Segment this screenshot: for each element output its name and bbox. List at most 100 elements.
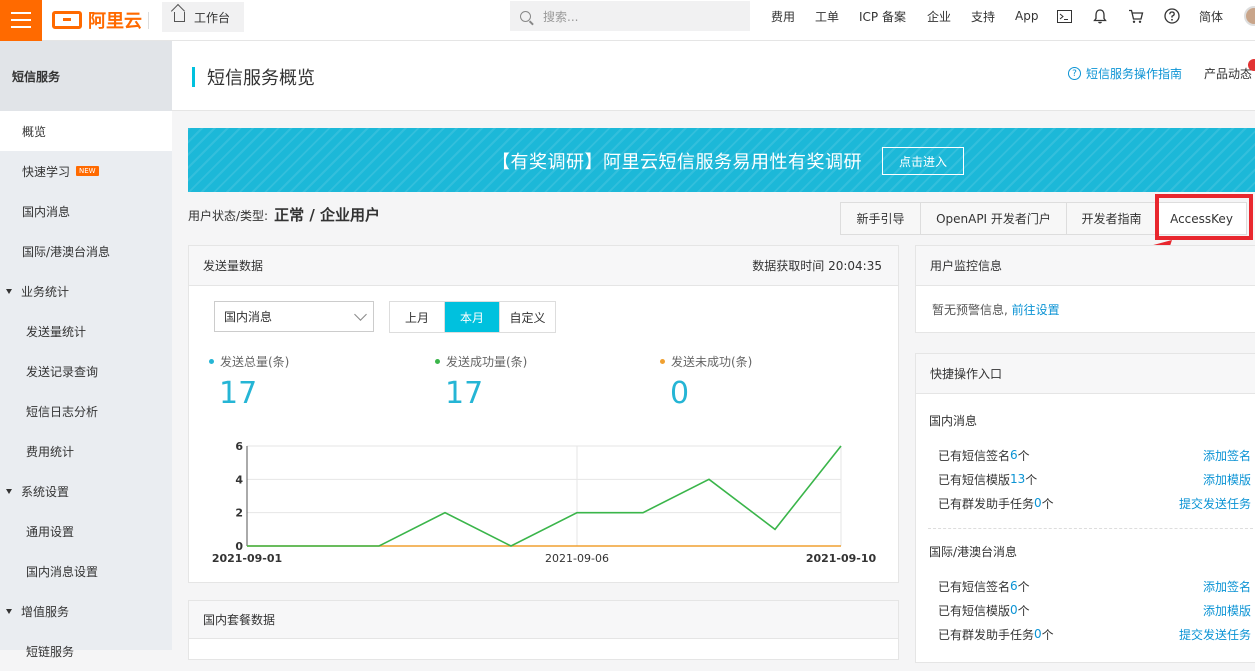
message-type-select[interactable]: 国内消息 (214, 301, 374, 332)
period-custom[interactable]: 自定义 (500, 302, 555, 332)
banner-enter-button[interactable]: 点击进入 (882, 147, 964, 175)
nav-fees[interactable]: 费用 (771, 0, 795, 32)
divider (148, 12, 149, 29)
add-signature-link[interactable]: 添加签名 (1203, 447, 1251, 464)
period-this-month[interactable]: 本月 (445, 302, 500, 332)
panel-header: 国内套餐数据 (189, 601, 898, 639)
add-template-link[interactable]: 添加模版 (1203, 602, 1251, 619)
stat-success: 发送成功量(条) 17 (435, 353, 527, 411)
stat-label: 发送成功量(条) (446, 355, 528, 369)
question-icon: ? (1068, 67, 1081, 80)
tab-developer-guide[interactable]: 开发者指南 (1067, 203, 1157, 234)
fetch-time: 数据获取时间 20:04:35 (752, 259, 882, 273)
sidebar-item-label: 概览 (22, 124, 47, 139)
send-volume-panel: 发送量数据 数据获取时间 20:04:35 国内消息 上月 本月 自定义 发送总… (188, 245, 899, 583)
quick-row: 已有短信签名 6 个 添加签名 (938, 576, 1253, 596)
stat-label: 发送总量(条) (220, 355, 290, 369)
sidebar-item-log-analysis[interactable]: 短信日志分析 (0, 391, 172, 431)
page-title: 短信服务概览 (207, 68, 315, 89)
survey-banner[interactable]: 【有奖调研】阿里云短信服务易用性有奖调研 点击进入 (188, 128, 1255, 192)
user-status-value: 正常 / 企业用户 (274, 206, 381, 224)
add-signature-link[interactable]: 添加签名 (1203, 578, 1251, 595)
legend-dot (435, 359, 440, 364)
row-text: 已有群发助手任务 (938, 496, 1035, 511)
page-header: 短信服务概览 ? 短信服务操作指南 产品动态 (172, 41, 1255, 111)
sidebar-item-label: 国内消息 (22, 204, 71, 219)
send-volume-chart: 02462021-09-01 2021-09-06 2021-09-10 (212, 440, 877, 565)
sidebar-group-stats[interactable]: 业务统计 (0, 271, 172, 311)
caret-down-icon (6, 608, 12, 614)
help-icon[interactable] (1164, 8, 1180, 24)
terminal-icon[interactable] (1056, 8, 1072, 24)
monitor-settings-link[interactable]: 前往设置 (1012, 303, 1060, 317)
sidebar-item-send-records[interactable]: 发送记录查询 (0, 351, 172, 391)
sidebar-group-settings[interactable]: 系统设置 (0, 471, 172, 511)
new-badge: NEW (76, 166, 99, 176)
series-line (247, 445, 842, 547)
sidebar-item-label: 发送量统计 (26, 324, 87, 339)
row-text: 已有短信模版 (938, 472, 1011, 487)
section-title: 国内消息 (929, 414, 978, 428)
tab-beginner-guide[interactable]: 新手引导 (841, 203, 921, 234)
nav-app[interactable]: App (1015, 0, 1038, 32)
y-tick-label: 6 (235, 440, 243, 453)
product-news-link[interactable]: 产品动态 (1204, 65, 1252, 82)
sidebar-item-label: 短信日志分析 (26, 404, 99, 419)
quick-row: 已有短信模版 13 个 添加模版 (938, 469, 1253, 489)
sidebar-item-label: 发送记录查询 (26, 364, 99, 379)
sidebar-item-send-stats[interactable]: 发送量统计 (0, 311, 172, 351)
stat-value: 0 (670, 376, 690, 411)
x-tick-label: 2021-09-10 (806, 552, 877, 565)
row-text: 已有短信模版 (938, 603, 1011, 618)
legend-dot (209, 359, 214, 364)
guide-link[interactable]: ? 短信服务操作指南 (1068, 65, 1182, 82)
row-text: 已有群发助手任务 (938, 627, 1035, 642)
sidebar-item-overview[interactable]: 概览 (0, 111, 172, 151)
nav-enterprise[interactable]: 企业 (927, 0, 951, 32)
hamburger-menu-button[interactable] (0, 0, 42, 41)
y-tick-label: 4 (235, 473, 243, 486)
sidebar-group-value-added[interactable]: 增值服务 (0, 591, 172, 631)
monitor-text: 暂无预警信息, (932, 303, 1008, 317)
sidebar-item-domestic-settings[interactable]: 国内消息设置 (0, 551, 172, 591)
stat-label: 发送未成功(条) (671, 355, 753, 369)
cart-icon[interactable] (1128, 8, 1144, 24)
panel-header: 快捷操作入口 (916, 354, 1255, 394)
sidebar-item-label: 通用设置 (26, 524, 75, 539)
chevron-down-icon (354, 308, 367, 321)
sidebar-item-cost-stats[interactable]: 费用统计 (0, 431, 172, 471)
sidebar-item-label: 国际/港澳台消息 (22, 244, 111, 259)
nav-support[interactable]: 支持 (971, 0, 995, 32)
aliyun-logo[interactable]: 阿里云 (52, 6, 142, 34)
row-unit: 个 (1025, 472, 1038, 487)
search-input[interactable]: 搜索... (510, 1, 750, 31)
nav-icp[interactable]: ICP 备案 (859, 0, 906, 32)
period-segmented-control: 上月 本月 自定义 (389, 301, 556, 333)
guide-link-label: 短信服务操作指南 (1086, 67, 1183, 81)
workbench-label: 工作台 (194, 10, 231, 25)
highlight-box (1155, 194, 1253, 240)
submit-task-link[interactable]: 提交发送任务 (1179, 626, 1251, 643)
monitor-info: 暂无预警信息, 前往设置 (932, 301, 1060, 318)
sidebar-item-quick-learn[interactable]: 快速学习 NEW (0, 151, 172, 191)
monitor-panel: 用户监控信息 暂无预警信息, 前往设置 (915, 245, 1255, 333)
submit-task-link[interactable]: 提交发送任务 (1179, 495, 1251, 512)
sidebar-item-international[interactable]: 国际/港澳台消息 (0, 231, 172, 271)
quick-row: 已有群发助手任务 0 个 提交发送任务 (938, 624, 1253, 644)
period-last-month[interactable]: 上月 (390, 302, 445, 332)
sidebar-item-general-settings[interactable]: 通用设置 (0, 511, 172, 551)
nav-tickets[interactable]: 工单 (815, 0, 839, 32)
language-switch[interactable]: 简体 (1199, 0, 1223, 32)
workbench-button[interactable]: 工作台 (162, 2, 244, 32)
sidebar-item-domestic[interactable]: 国内消息 (0, 191, 172, 231)
add-template-link[interactable]: 添加模版 (1203, 471, 1251, 488)
dashed-divider (928, 528, 1253, 529)
avatar[interactable] (1244, 6, 1255, 26)
tab-openapi-portal[interactable]: OpenAPI 开发者门户 (921, 203, 1067, 234)
sidebar-item-label: 业务统计 (21, 284, 70, 299)
bell-icon[interactable] (1092, 8, 1108, 24)
panel-title: 发送量数据 (203, 259, 264, 273)
sidebar-item-short-link[interactable]: 短链服务 (0, 631, 172, 671)
stat-total: 发送总量(条) 17 (209, 353, 289, 411)
row-unit: 个 (1017, 448, 1030, 463)
